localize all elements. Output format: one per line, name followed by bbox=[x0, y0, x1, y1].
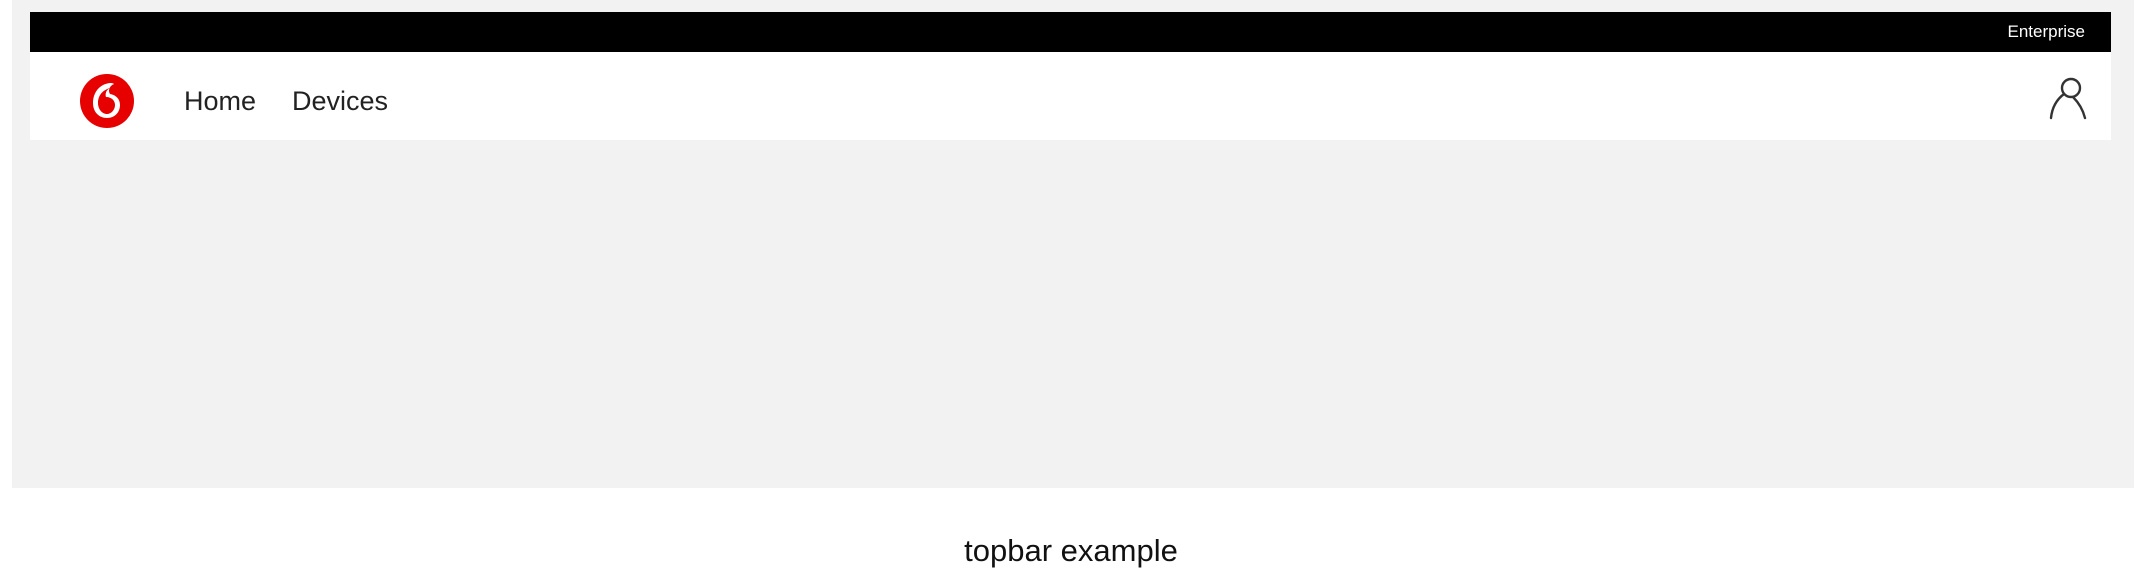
topbar: Home Devices bbox=[30, 52, 2111, 140]
nav-link-home[interactable]: Home bbox=[184, 85, 256, 117]
nav-link-devices[interactable]: Devices bbox=[292, 85, 388, 117]
figure-caption: topbar example bbox=[964, 533, 1178, 568]
vodafone-logo-icon[interactable] bbox=[78, 72, 136, 130]
user-icon[interactable] bbox=[2047, 76, 2089, 122]
top-strip: Enterprise bbox=[30, 12, 2111, 52]
enterprise-link[interactable]: Enterprise bbox=[2008, 22, 2085, 42]
